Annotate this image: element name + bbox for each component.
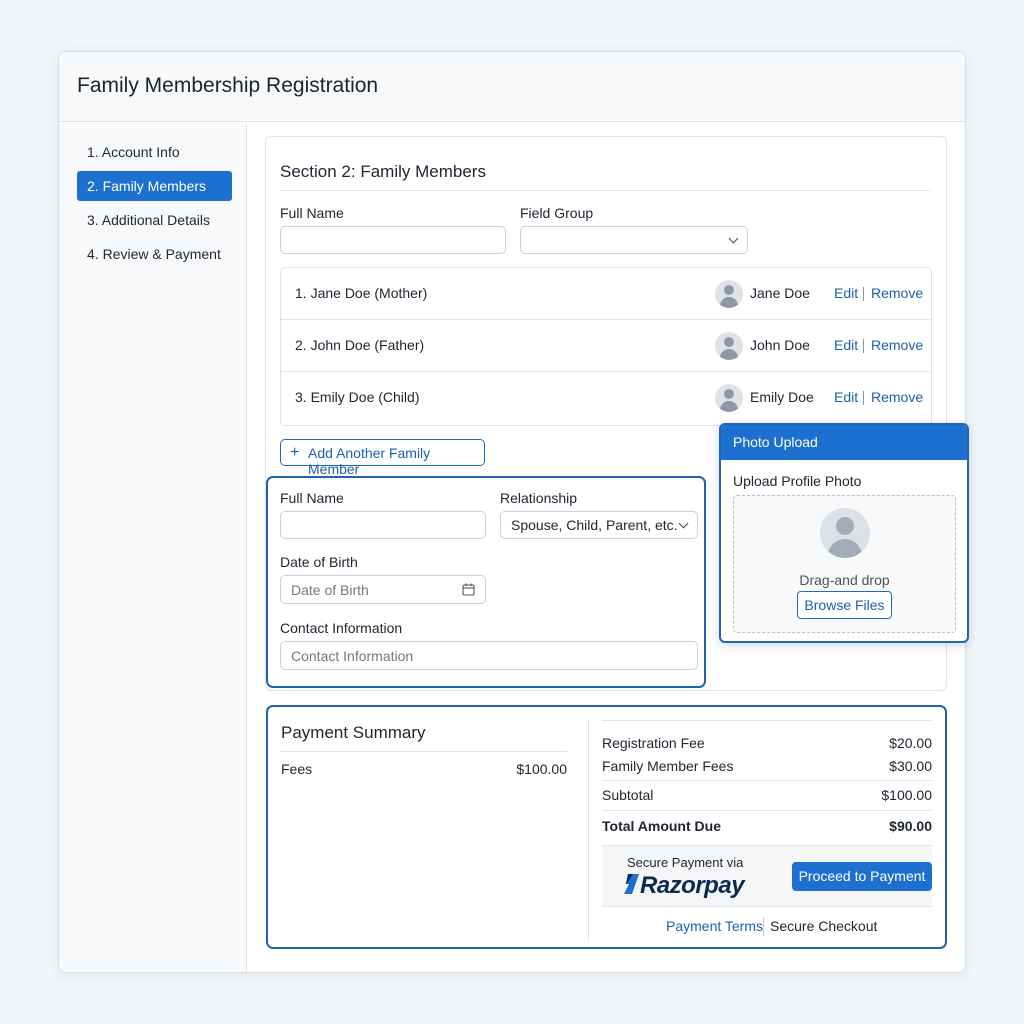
sidebar-item-additional-details[interactable]: 3. Additional Details xyxy=(77,205,232,235)
sidebar-item-family-members[interactable]: 2. Family Members xyxy=(77,171,232,201)
section-title: Section 2: Family Members xyxy=(280,162,486,181)
chevron-down-icon xyxy=(678,518,689,529)
member-list: 1. Jane Doe (Mother) Jane Doe Edit Remov… xyxy=(280,267,932,426)
subtotal-divider xyxy=(602,780,932,781)
avatar xyxy=(715,280,743,308)
add-family-member-button[interactable]: + Add Another Family Member xyxy=(280,439,485,477)
avatar-placeholder-icon xyxy=(820,508,870,558)
total-value: $90.00 xyxy=(889,818,932,834)
remove-link[interactable]: Remove xyxy=(871,285,923,301)
chevron-down-icon xyxy=(728,233,739,244)
link-separator xyxy=(863,287,864,301)
proceed-to-payment-button[interactable]: Proceed to Payment xyxy=(792,862,932,891)
total-label: Total Amount Due xyxy=(602,818,721,834)
payment-summary-title: Payment Summary xyxy=(281,723,426,742)
steps-sidebar: 1. Account Info 2. Family Members 3. Add… xyxy=(59,123,247,972)
relationship-value: Spouse, Child, Parent, etc. xyxy=(511,517,678,533)
avatar xyxy=(715,332,743,360)
edit-link[interactable]: Edit xyxy=(834,285,858,301)
photo-upload-header: Photo Upload xyxy=(721,425,967,460)
razorpay-icon xyxy=(624,874,639,894)
new-full-name-input[interactable] xyxy=(280,511,486,539)
add-member-label: Add Another Family Member xyxy=(308,445,431,477)
browse-files-button[interactable]: Browse Files xyxy=(797,591,892,619)
member-label: 3. Emily Doe (Child) xyxy=(295,389,420,405)
total-divider xyxy=(602,810,932,811)
window-header: Family Membership Registration xyxy=(59,52,965,122)
member-label: 2. John Doe (Father) xyxy=(295,337,425,353)
member-name: Emily Doe xyxy=(750,389,814,405)
upload-profile-photo-title: Upload Profile Photo xyxy=(733,473,862,489)
member-label: 1. Jane Doe (Mother) xyxy=(295,285,428,301)
link-separator xyxy=(863,339,864,353)
subtotal-value: $100.00 xyxy=(881,787,932,803)
payment-terms-link[interactable]: Payment Terms xyxy=(666,918,763,934)
column-divider xyxy=(588,720,589,942)
list-item: 2. John Doe (Father) John Doe Edit Remov… xyxy=(281,320,931,372)
calendar-icon[interactable] xyxy=(462,583,475,596)
dob-input[interactable] xyxy=(280,575,486,604)
photo-dropzone[interactable]: Drag-and drop Browse Files xyxy=(733,495,956,633)
contact-input[interactable] xyxy=(280,641,698,670)
list-item: 3. Emily Doe (Child) Emily Doe Edit Remo… xyxy=(281,372,931,424)
razorpay-logo: Razorpay xyxy=(622,870,752,900)
secure-payment-panel: Secure Payment via Razorpay Proceed to P… xyxy=(602,845,932,907)
edit-link[interactable]: Edit xyxy=(834,337,858,353)
fees-label: Fees xyxy=(281,761,313,777)
link-separator xyxy=(863,391,864,405)
photo-upload-panel: Photo Upload Upload Profile Photo Drag-a… xyxy=(719,423,969,643)
remove-link[interactable]: Remove xyxy=(871,389,923,405)
sidebar-item-review-payment[interactable]: 4. Review & Payment xyxy=(77,239,232,269)
registration-fee-value: $20.00 xyxy=(889,735,932,751)
breakdown-top-divider xyxy=(602,720,932,721)
member-fees-value: $30.00 xyxy=(889,758,932,774)
secure-checkout-text: Secure Checkout xyxy=(770,918,878,934)
subtotal-label: Subtotal xyxy=(602,787,654,803)
dob-field xyxy=(280,575,486,604)
remove-link[interactable]: Remove xyxy=(871,337,923,353)
page-title: Family Membership Registration xyxy=(77,74,379,97)
relationship-label: Relationship xyxy=(500,490,578,506)
razorpay-wordmark: Razorpay xyxy=(640,872,745,899)
avatar xyxy=(715,384,743,412)
payment-divider xyxy=(281,751,567,752)
drag-drop-text: Drag-and drop xyxy=(799,572,890,588)
dob-label: Date of Birth xyxy=(280,554,358,570)
plus-icon: + xyxy=(290,444,300,461)
sidebar-item-account-info[interactable]: 1. Account Info xyxy=(77,137,232,167)
secure-payment-label: Secure Payment via xyxy=(627,855,744,870)
contact-label: Contact Information xyxy=(280,620,403,636)
edit-link[interactable]: Edit xyxy=(834,389,858,405)
member-fees-label: Family Member Fees xyxy=(602,758,734,774)
new-full-name-label: Full Name xyxy=(280,490,344,506)
field-group-label: Field Group xyxy=(520,205,594,221)
registration-fee-label: Registration Fee xyxy=(602,735,705,751)
field-group-select[interactable] xyxy=(520,226,748,254)
full-name-label: Full Name xyxy=(280,205,344,221)
member-name: John Doe xyxy=(750,337,810,353)
relationship-select[interactable]: Spouse, Child, Parent, etc. xyxy=(500,511,698,539)
member-name: Jane Doe xyxy=(750,285,810,301)
fees-value: $100.00 xyxy=(516,761,567,777)
footer-separator xyxy=(763,917,764,936)
full-name-input[interactable] xyxy=(280,226,506,254)
list-item: 1. Jane Doe (Mother) Jane Doe Edit Remov… xyxy=(281,268,931,320)
section-divider xyxy=(280,190,931,191)
